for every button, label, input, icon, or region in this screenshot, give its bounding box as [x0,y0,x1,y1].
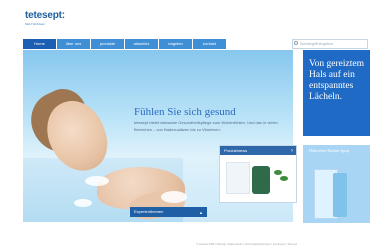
hero-body-text: tetesept bietet wirksame Gesundheitspfle… [134,120,278,132]
main-navigation: Home über uns produkte aktuelles ratgebe… [23,39,226,49]
leaf-icon [274,170,282,175]
footer-links[interactable]: © tetesept 2008 | Sitemap | Datenschutz … [196,243,297,246]
leaf-icon [280,176,288,181]
foam-bubble [161,191,187,203]
nav-news[interactable]: aktuelles [125,39,158,49]
product-news-bar[interactable]: Produktnews › [220,146,296,155]
product-box-image [226,162,250,194]
product-bottle-image [252,166,270,194]
search-input[interactable]: Suchbegriff eingeben [292,39,368,49]
nav-contact[interactable]: kontakt [193,39,226,49]
expert-topics-button[interactable]: Expertenthemen ▲ [130,207,207,217]
promo-product-panel[interactable]: Halsweiter Rachen Spray [303,145,370,223]
promo-text-panel[interactable]: Von gereiztem Hals auf ein entspanntes L… [303,50,370,136]
promo-text: Von gereiztem Hals auf ein entspanntes L… [309,59,364,102]
promo-product-text: Halsweiter Rachen Spray [309,148,350,153]
brand-tagline: Mehr Wohlsein [25,22,45,26]
nav-products[interactable]: produkte [91,39,124,49]
foam-bubble [85,176,109,186]
product-news-title: Produktnews [224,148,248,153]
nav-advice[interactable]: ratgeber [159,39,192,49]
arrow-right-icon[interactable]: › [291,147,293,156]
product-news-box[interactable]: Produktnews › [219,145,297,203]
spray-can-image [333,173,347,217]
foam-bubble [74,199,92,207]
hero-headline: Fühlen Sie sich gesund [134,106,236,118]
nav-about[interactable]: über uns [57,39,90,49]
expert-topics-label: Expertenthemen [134,209,164,214]
page-frame: tetesept: Mehr Wohlsein Home über uns pr… [14,8,370,246]
nav-home[interactable]: Home [23,39,56,49]
logo[interactable]: tetesept: [25,10,65,21]
up-arrow-icon: ▲ [199,210,203,215]
search-icon[interactable] [294,41,298,45]
